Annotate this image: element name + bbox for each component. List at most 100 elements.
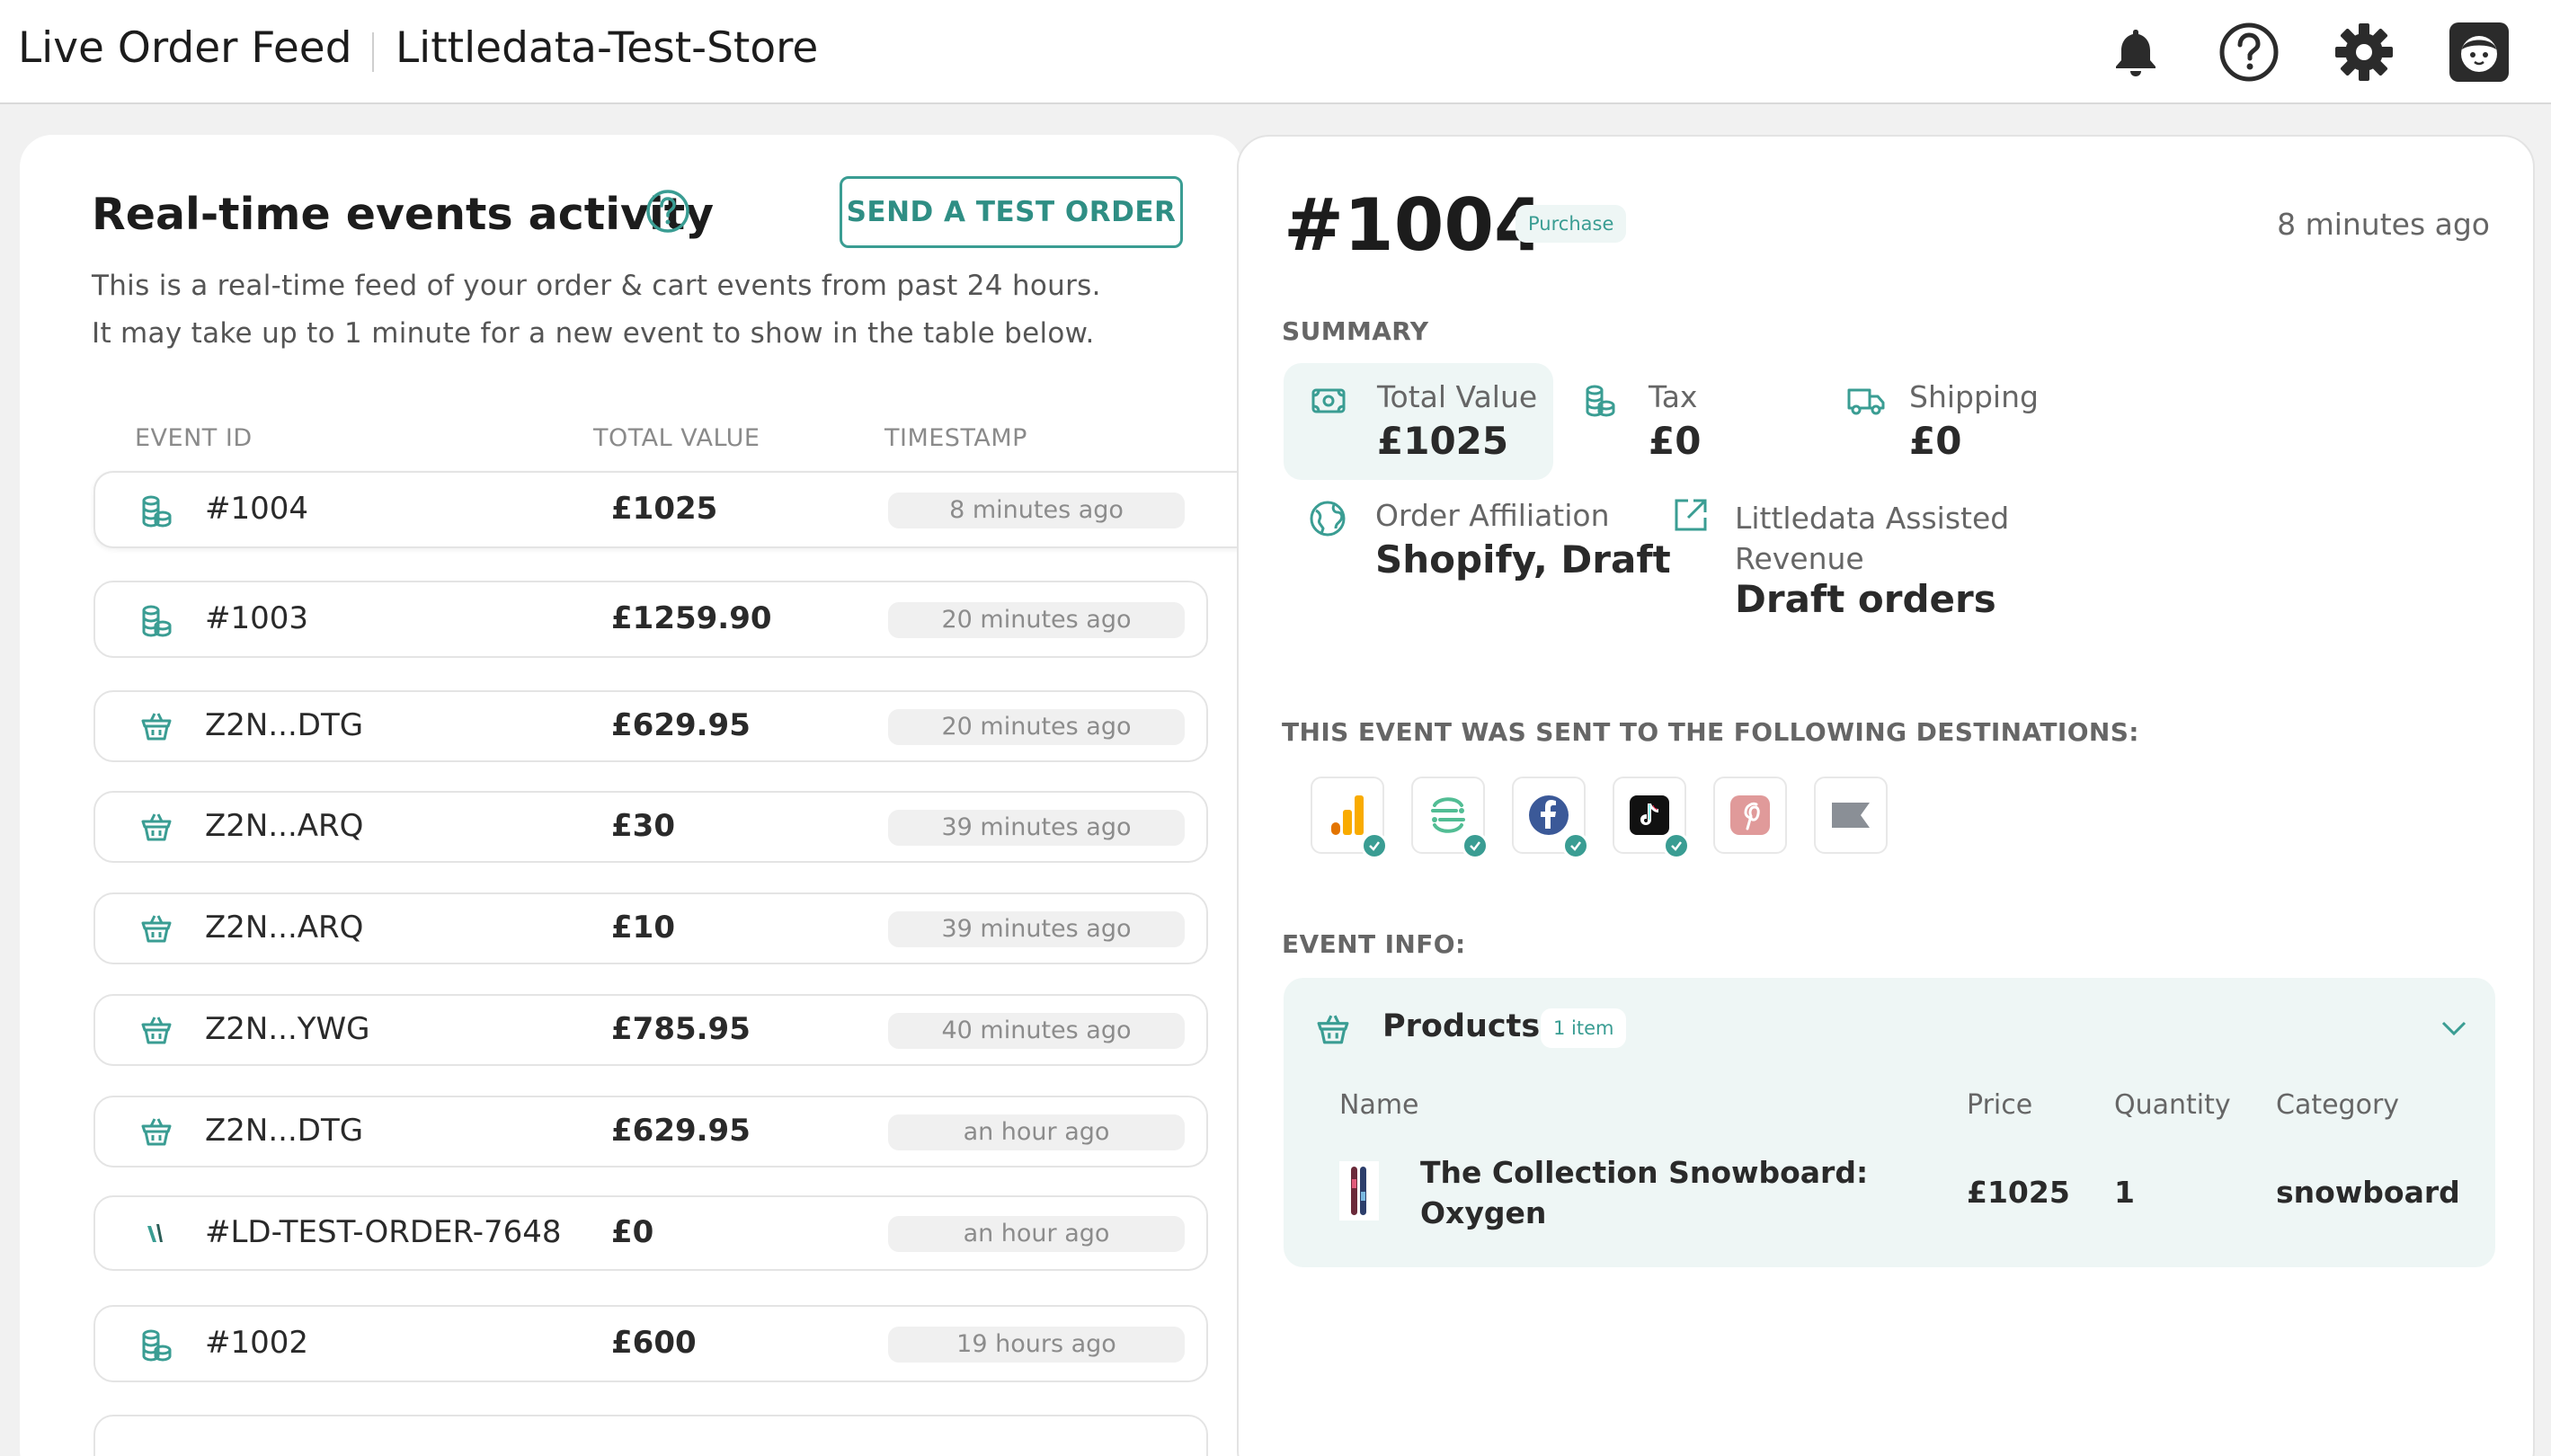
products-accordion[interactable]: Products 1 item Name Price Quantity Cate… [1284, 978, 2495, 1267]
event-row[interactable]: #1003 £1259.90 20 minutes ago [93, 581, 1208, 658]
assisted-revenue-label: Littledata Assisted Revenue [1735, 498, 2009, 579]
column-header-quantity: Quantity [2114, 1089, 2231, 1121]
event-timestamp: an hour ago [888, 1216, 1185, 1252]
assisted-revenue-value: Draft orders [1735, 577, 1996, 621]
event-id: Z2N...DTG [205, 707, 364, 743]
google-analytics-icon[interactable] [1311, 777, 1388, 859]
event-value: £600 [611, 1325, 697, 1361]
products-title: Products [1382, 1008, 1541, 1044]
klaviyo-icon[interactable] [1814, 777, 1888, 854]
event-timestamp: 40 minutes ago [888, 1013, 1185, 1049]
avatar-icon[interactable] [2445, 18, 2513, 86]
event-row[interactable]: #1002 £600 19 hours ago [93, 1305, 1208, 1382]
bell-icon[interactable] [2102, 18, 2170, 86]
check-icon [1663, 832, 1690, 859]
external-link-icon [1672, 496, 1708, 532]
total-value: £1025 [1377, 419, 1509, 463]
event-row[interactable]: Z2N...YWG £785.95 40 minutes ago [93, 994, 1208, 1066]
event-id: #1004 [205, 491, 309, 527]
event-id: #LD-TEST-ORDER-7648 [205, 1214, 562, 1250]
basket-icon [140, 1014, 173, 1048]
littledata-icon [140, 1217, 173, 1251]
event-row[interactable] [93, 1415, 1208, 1456]
truck-icon [1846, 383, 1885, 419]
event-id: Z2N...DTG [205, 1113, 364, 1149]
tax-label: Tax [1649, 379, 1698, 414]
event-value: £30 [611, 808, 675, 844]
event-row[interactable]: #1004 £1025 8 minutes ago [93, 471, 1271, 548]
store-name: Littledata-Test-Store [396, 23, 819, 73]
check-icon [1462, 832, 1489, 859]
top-bar: Live Order Feed Littledata-Test-Store [0, 0, 2551, 104]
product-name-line: Oxygen [1420, 1195, 1547, 1230]
column-header-total-value[interactable]: TOTAL VALUE [593, 424, 760, 452]
event-value: £0 [611, 1214, 654, 1250]
coins-icon [140, 1328, 173, 1363]
assisted-revenue-label-line: Revenue [1735, 541, 1864, 576]
event-timestamp: an hour ago [888, 1114, 1185, 1150]
events-feed-panel: Real-time events activity SEND A TEST OR… [20, 135, 1271, 1456]
send-test-order-button[interactable]: SEND A TEST ORDER [840, 176, 1183, 248]
help-icon[interactable] [645, 189, 690, 234]
event-timestamp: 20 minutes ago [888, 709, 1185, 745]
assisted-revenue-label-line: Littledata Assisted [1735, 501, 2010, 536]
product-quantity: 1 [2114, 1175, 2135, 1210]
shipping-label: Shipping [1909, 379, 2039, 414]
basket-icon [1316, 1012, 1350, 1046]
event-detail-panel: #1004 Purchase 8 minutes ago SUMMARY Tot… [1237, 135, 2535, 1456]
event-row[interactable]: Z2N...ARQ £10 39 minutes ago [93, 892, 1208, 964]
order-affiliation-value: Shopify, Draft [1375, 537, 1671, 582]
event-id: Z2N...YWG [205, 1011, 370, 1047]
product-thumbnail [1339, 1161, 1379, 1221]
chevron-down-icon[interactable] [2440, 1017, 2468, 1039]
event-time: 8 minutes ago [2277, 207, 2490, 242]
segment-icon[interactable] [1411, 777, 1489, 859]
event-id: Z2N...ARQ [205, 808, 364, 844]
tax-value: £0 [1649, 419, 1702, 463]
event-value: £785.95 [611, 1011, 751, 1047]
event-timestamp: 19 hours ago [888, 1327, 1185, 1363]
column-header-name: Name [1339, 1089, 1419, 1121]
event-timestamp: 20 minutes ago [888, 602, 1185, 638]
destinations-label: THIS EVENT WAS SENT TO THE FOLLOWING DES… [1282, 717, 2139, 747]
order-affiliation-label: Order Affiliation [1375, 498, 1610, 533]
product-name-line: The Collection Snowboard: [1420, 1155, 1869, 1190]
tiktok-icon[interactable] [1613, 777, 1690, 859]
product-price: £1025 [1967, 1175, 2070, 1210]
event-timestamp: 39 minutes ago [888, 911, 1185, 947]
event-value: £629.95 [611, 1113, 751, 1149]
check-icon [1562, 832, 1589, 859]
event-row[interactable]: Z2N...DTG £629.95 20 minutes ago [93, 690, 1208, 762]
summary-label: SUMMARY [1282, 316, 1429, 346]
column-header-price: Price [1967, 1089, 2033, 1121]
basket-icon [140, 710, 173, 744]
event-row[interactable]: Z2N...ARQ £30 39 minutes ago [93, 791, 1208, 863]
feed-description: This is a real-time feed of your order &… [92, 262, 1170, 358]
help-icon[interactable] [2215, 18, 2283, 86]
event-value: £629.95 [611, 707, 751, 743]
product-category: snowboard [2276, 1175, 2460, 1210]
event-value: £1025 [611, 491, 718, 527]
event-id: #1002 [205, 1325, 309, 1361]
globe-icon [1309, 500, 1346, 537]
description-line: This is a real-time feed of your order &… [92, 270, 1101, 302]
event-type-badge: Purchase [1515, 205, 1627, 243]
event-value: £1259.90 [611, 600, 772, 636]
column-header-timestamp[interactable]: TIMESTAMP [884, 424, 1027, 452]
event-row[interactable]: #LD-TEST-ORDER-7648 £0 an hour ago [93, 1195, 1208, 1271]
coins-icon [140, 494, 173, 528]
event-timestamp: 39 minutes ago [888, 810, 1185, 846]
pinterest-icon[interactable] [1713, 777, 1787, 854]
coins-icon [1584, 383, 1620, 419]
column-header-event-id[interactable]: EVENT ID [135, 424, 253, 452]
items-count-badge: 1 item [1541, 1008, 1627, 1048]
check-icon [1361, 832, 1388, 859]
basket-icon [140, 811, 173, 845]
gear-icon[interactable] [2330, 18, 2398, 86]
event-info-label: EVENT INFO: [1282, 929, 1466, 959]
event-id: Z2N...ARQ [205, 910, 364, 946]
event-row[interactable]: Z2N...DTG £629.95 an hour ago [93, 1096, 1208, 1167]
event-value: £10 [611, 910, 675, 946]
coins-icon [140, 604, 173, 638]
facebook-icon[interactable] [1512, 777, 1589, 859]
